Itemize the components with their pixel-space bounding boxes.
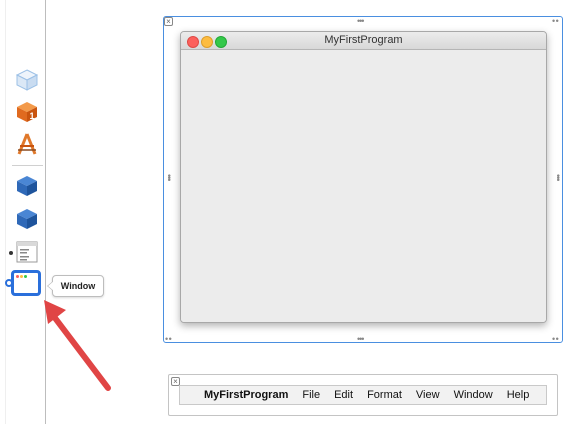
- menu-icon[interactable]: [15, 240, 39, 264]
- window-titlebar[interactable]: MyFirstProgram: [181, 32, 546, 50]
- menu-app-name[interactable]: MyFirstProgram: [204, 389, 288, 401]
- menu-window[interactable]: Window: [454, 389, 493, 401]
- blue-cube-icon[interactable]: [15, 174, 39, 198]
- app-window[interactable]: MyFirstProgram: [180, 31, 547, 323]
- resize-handle-top[interactable]: •••: [357, 17, 365, 26]
- outline-separator: [12, 165, 43, 166]
- resize-handle-right[interactable]: •••: [553, 174, 563, 180]
- cube-badge: 1: [29, 111, 34, 121]
- outline-edge: [5, 0, 6, 424]
- resize-handle-top-right[interactable]: • •: [552, 17, 559, 26]
- resize-handle-bottom[interactable]: •••: [357, 335, 365, 344]
- menu-file[interactable]: File: [302, 389, 320, 401]
- main-menu-bar[interactable]: MyFirstProgram File Edit Format View Win…: [179, 385, 547, 405]
- outline-bullet: [9, 251, 13, 255]
- window-title: MyFirstProgram: [324, 34, 403, 46]
- resize-handle-left[interactable]: •••: [164, 174, 174, 180]
- ghost-cube-icon[interactable]: [15, 68, 39, 92]
- scene-close-icon[interactable]: ×: [164, 17, 173, 26]
- window-tooltip: Window: [47, 275, 104, 297]
- blue-cube-icon[interactable]: [15, 207, 39, 231]
- menu-view[interactable]: View: [416, 389, 440, 401]
- window-content[interactable]: [181, 50, 546, 322]
- window-icon[interactable]: [11, 270, 41, 296]
- orange-cube-icon[interactable]: 1: [15, 100, 39, 124]
- menu-help[interactable]: Help: [507, 389, 530, 401]
- annotation-arrow-icon: [44, 300, 111, 391]
- resize-handle-bottom-left[interactable]: • •: [165, 335, 172, 344]
- menu-edit[interactable]: Edit: [334, 389, 353, 401]
- menu-format[interactable]: Format: [367, 389, 402, 401]
- resize-handle-bottom-right[interactable]: • •: [552, 335, 559, 344]
- app-icon[interactable]: [15, 132, 39, 156]
